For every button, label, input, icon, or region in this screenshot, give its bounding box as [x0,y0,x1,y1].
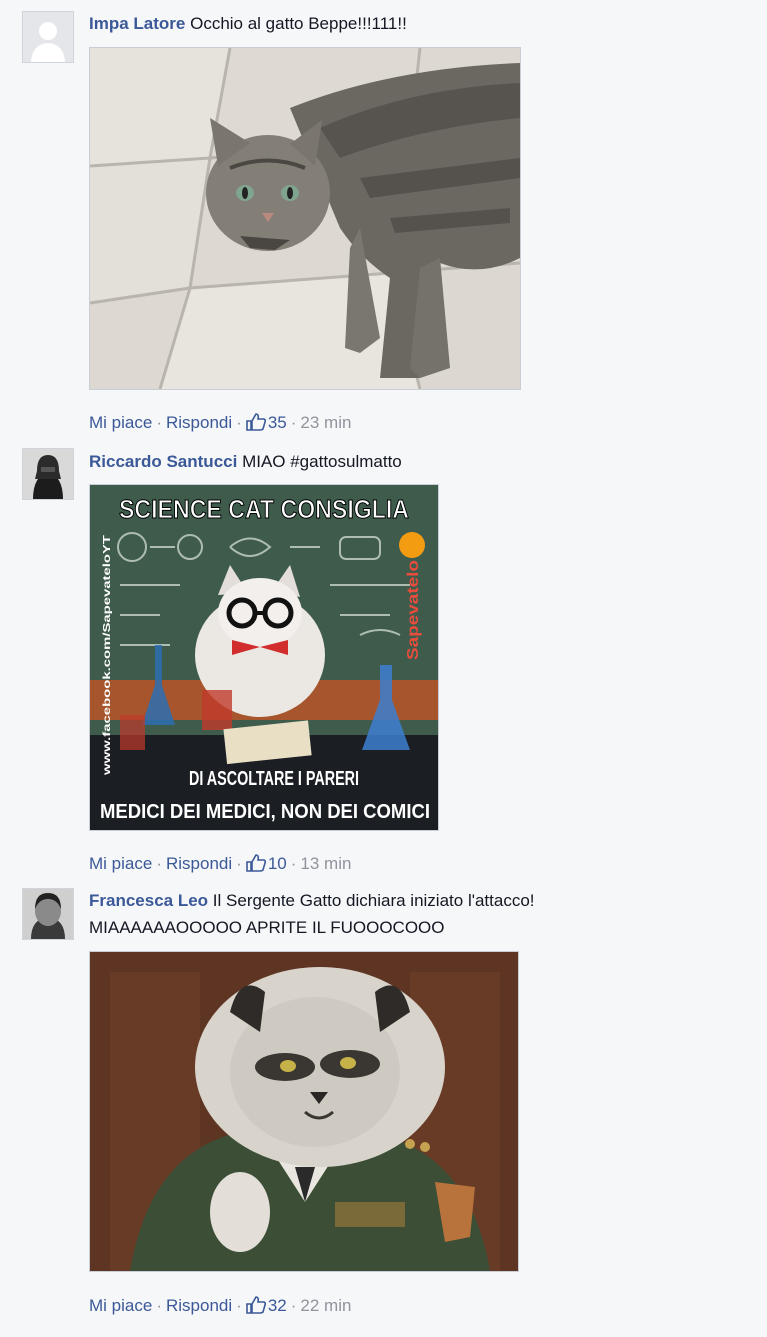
meme-line-1: DI ASCOLTARE I PARERI [189,768,359,790]
comment-text: Francesca Leo Il Sergente Gatto dichiara… [89,890,747,912]
thumbs-up-icon[interactable] [246,854,266,877]
comment-text-line-2: MIAAAAAAOOOOO APRITE IL FUOOOCOOO [89,917,747,939]
separator: · [236,854,242,873]
author-name[interactable]: Impa Latore [89,14,185,33]
comment-photo[interactable]: SCIENCE CAT CONSIGLIA DI ASCOLTARE I PAR… [89,484,439,831]
thumbs-up-icon[interactable] [246,413,266,436]
like-link[interactable]: Mi piace [89,413,152,432]
like-count[interactable]: 32 [268,1296,287,1315]
author-name[interactable]: Francesca Leo [89,891,208,910]
comment-photo[interactable] [89,47,521,390]
science-cat-meme: SCIENCE CAT CONSIGLIA DI ASCOLTARE I PAR… [90,485,438,830]
meme-title: SCIENCE CAT CONSIGLIA [119,494,409,524]
thumbs-up-icon[interactable] [246,1296,266,1319]
separator: · [290,1296,297,1315]
tabby-cat-photo [90,48,520,389]
avatar[interactable] [22,448,74,500]
meme-side-url: www.facebook.com/SapevateloYT [102,535,113,776]
like-link[interactable]: Mi piace [89,1296,152,1315]
comment-photo[interactable] [89,951,519,1272]
timestamp[interactable]: 23 min [300,413,351,432]
separator: · [156,1296,162,1315]
author-name[interactable]: Riccardo Santucci [89,452,237,471]
comment-body: Il Sergente Gatto dichiara iniziato l'at… [212,891,535,910]
separator: · [236,413,242,432]
person-silhouette-icon [23,12,73,62]
comment-body: Occhio al gatto Beppe!!!111!! [190,14,407,33]
like-count[interactable]: 35 [268,413,287,432]
comment-actions: Mi piace · Rispondi · 10 · 13 min [89,854,351,877]
user-avatar-image [23,449,73,499]
reply-link[interactable]: Rispondi [166,413,232,432]
separator: · [290,854,297,873]
comment-body: MIAO #gattosulmatto [242,452,402,471]
comment-actions: Mi piace · Rispondi · 32 · 22 min [89,1296,351,1319]
like-count[interactable]: 10 [268,854,287,873]
separator: · [236,1296,242,1315]
timestamp[interactable]: 22 min [300,1296,351,1315]
comment-text: Riccardo Santucci MIAO #gattosulmatto [89,451,747,473]
user-avatar-image [23,889,73,939]
timestamp[interactable]: 13 min [300,854,351,873]
separator: · [156,854,162,873]
comment-text: Impa Latore Occhio al gatto Beppe!!!111!… [89,13,747,35]
meme-brand: Sapevatelo [405,560,422,660]
avatar[interactable] [22,11,74,63]
separator: · [156,413,162,432]
reply-link[interactable]: Rispondi [166,1296,232,1315]
avatar[interactable] [22,888,74,940]
colonel-cat-painting [90,952,518,1271]
separator: · [290,413,297,432]
meme-line-2: MEDICI DEI MEDICI, NON DEI COMICI [100,801,430,823]
like-link[interactable]: Mi piace [89,854,152,873]
comment-body-continued: MIAAAAAAOOOOO APRITE IL FUOOOCOOO [89,918,445,937]
reply-link[interactable]: Rispondi [166,854,232,873]
comment-actions: Mi piace · Rispondi · 35 · 23 min [89,413,351,436]
